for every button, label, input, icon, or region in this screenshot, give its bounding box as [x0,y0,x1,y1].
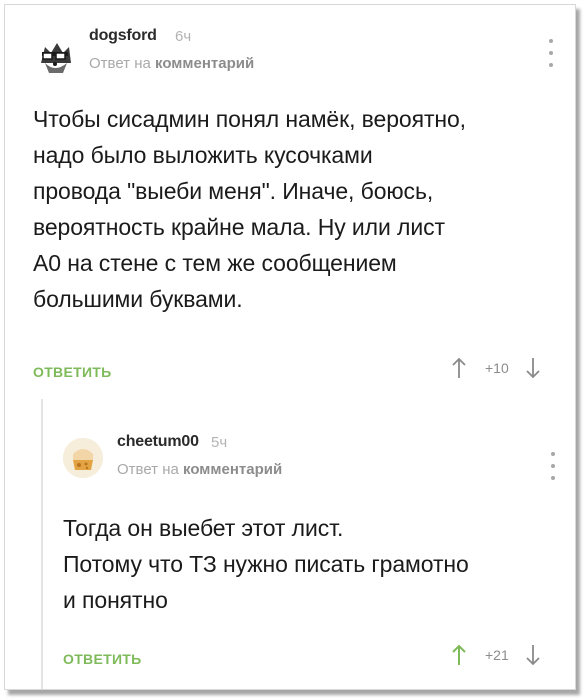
comment-line: А0 на стене с тем же сообщением [33,250,397,276]
cheese-cat-avatar-icon [63,438,103,478]
comment-menu-icon[interactable] [545,39,557,67]
comment-line: надо было выложить кусочками [33,142,373,168]
comment-line: вероятность крайне мала. Ну или лист [33,214,445,240]
comment-body: Чтобы сисадмин понял намёк, вероятно, на… [33,101,466,317]
rating-count: +10 [485,360,509,376]
downvote-arrow-icon[interactable] [525,357,541,379]
comment: dogsford 6ч Ответ на комментарий Чтобы с… [5,5,575,395]
avatar[interactable] [63,438,103,478]
comment-line: Чтобы сисадмин понял намёк, вероятно, [33,106,466,132]
comment-menu-icon[interactable] [547,452,559,480]
comment-body: Тогда он выебет этот лист. Потому что ТЗ… [63,510,469,618]
reply-to-link[interactable]: комментарий [183,461,282,478]
comment: cheetum00 5ч Ответ на комментарий Тогда … [5,400,575,689]
vote-controls: +10 [451,357,541,379]
comment-time: 5ч [211,434,228,451]
upvote-arrow-icon[interactable] [451,644,467,666]
reply-to-prefix: Ответ на [117,461,179,478]
dog-glasses-avatar-icon [33,33,77,77]
reply-button[interactable]: ОТВЕТИТЬ [33,364,112,380]
reply-to-prefix: Ответ на [89,55,151,72]
comment-thread: dogsford 6ч Ответ на комментарий Чтобы с… [4,4,576,690]
comment-line: большими буквами. [33,286,243,312]
comment-time: 6ч [175,28,192,45]
rating-count: +21 [485,647,509,663]
reply-to-line: Ответ на комментарий [117,461,282,478]
reply-button[interactable]: ОТВЕТИТЬ [63,651,142,667]
avatar[interactable] [33,33,77,77]
comment-line: провода "выеби меня". Иначе, боюсь, [33,178,434,204]
comment-line: Потому что ТЗ нужно писать грамотно [63,551,469,577]
vote-controls: +21 [451,644,541,666]
reply-to-line: Ответ на комментарий [89,55,254,72]
username[interactable]: dogsford [89,27,157,45]
username[interactable]: cheetum00 [117,433,199,451]
reply-to-link[interactable]: комментарий [155,55,254,72]
upvote-arrow-icon[interactable] [451,357,467,379]
comment-line: и понятно [63,587,168,613]
downvote-arrow-icon[interactable] [525,644,541,666]
comment-line: Тогда он выебет этот лист. [63,515,344,541]
